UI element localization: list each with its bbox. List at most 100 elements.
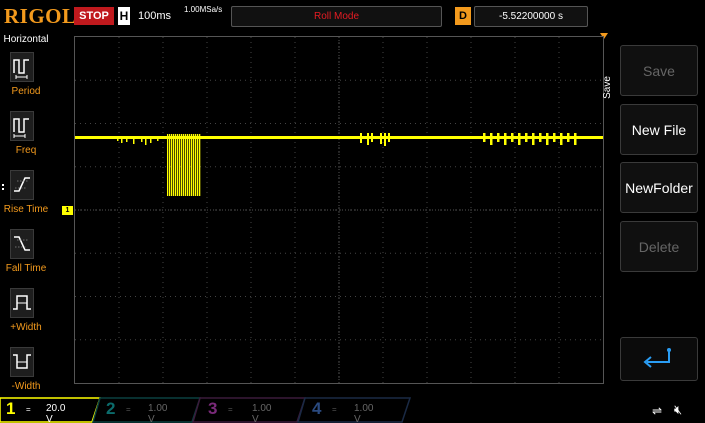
- trace-pulse: [553, 133, 556, 142]
- trace-glitch: [133, 137, 135, 144]
- measure-menu: Horizontal Period Freq Rise Time Fall Ti…: [0, 32, 52, 396]
- speaker-muted-icon[interactable]: 🔇︎: [674, 402, 682, 418]
- trace-glitch: [145, 137, 147, 145]
- brand-logo: RIGOL: [4, 4, 77, 28]
- measure-label-rise-time: Rise Time: [3, 204, 49, 215]
- trace-burst-pulse: [195, 134, 197, 196]
- trace-glitch: [121, 137, 123, 143]
- positive-width-icon: [10, 288, 34, 318]
- measure-label-positive-width: +Width: [10, 322, 42, 333]
- trace-burst-pulse: [183, 134, 185, 196]
- trace-glitch: [157, 137, 159, 141]
- channel-2-scale: 1.00 V: [148, 403, 168, 423]
- channel-4-number: 4: [312, 399, 322, 418]
- trace-burst-pulse: [181, 134, 183, 196]
- negative-width-icon: [10, 347, 34, 377]
- fall-time-icon: [10, 229, 34, 259]
- trace-burst-pulse: [187, 134, 189, 196]
- trace-pulse: [384, 133, 386, 146]
- trace-pulse: [511, 133, 514, 142]
- new-file-button[interactable]: New File: [620, 104, 698, 155]
- enter-icon: [643, 348, 671, 368]
- save-softkey-menu: Save Save New File NewFolder Delete: [601, 32, 705, 396]
- usb-icon: ⇌: [652, 404, 663, 418]
- trace-burst-pulse: [193, 134, 195, 196]
- trace-burst-pulse: [171, 134, 173, 196]
- trace-burst-pulse: [177, 134, 179, 196]
- measure-item-period[interactable]: Period: [0, 52, 52, 110]
- trace-burst-pulse: [175, 134, 177, 196]
- measure-item-positive-width[interactable]: +Width: [0, 288, 52, 346]
- enter-button[interactable]: [620, 337, 698, 381]
- measure-label-negative-width: -Width: [11, 381, 41, 392]
- menu-tab-label: Save: [601, 76, 613, 99]
- trace-burst-pulse: [173, 134, 175, 196]
- gridlines: [75, 37, 603, 383]
- channel-4-coupling: =: [332, 405, 337, 414]
- channel-4-scale: 1.00 V: [354, 403, 374, 423]
- horizontal-delay[interactable]: -5.52200000 s: [474, 6, 588, 27]
- top-status-bar: RIGOL STOP H 100ms 1.00MSa/s Roll Mode D…: [0, 0, 705, 32]
- trace-pulse: [380, 133, 382, 144]
- measure-item-freq[interactable]: Freq: [0, 111, 52, 169]
- trace-pulse: [567, 133, 570, 142]
- channel-status-bar: 1 = 20.0 V 2 = 1.00 V 3 = 1.00 V 4 = 1.0…: [0, 396, 705, 423]
- trace-pulse: [371, 133, 373, 142]
- waveform-display[interactable]: [74, 36, 604, 384]
- graticule: [75, 37, 603, 383]
- sample-rate: 1.00MSa/s: [184, 5, 223, 14]
- delete-button[interactable]: Delete: [620, 221, 698, 272]
- acquisition-mode: Roll Mode: [231, 6, 442, 27]
- channel-1-number: 1: [6, 399, 16, 418]
- trace-glitch: [126, 137, 128, 142]
- rise-time-icon: [10, 170, 34, 200]
- measure-label-period: Period: [11, 86, 41, 97]
- trace-pulse: [532, 133, 535, 145]
- trace-burst-pulse: [169, 134, 171, 196]
- trace-glitch: [141, 137, 143, 142]
- run-stop-indicator[interactable]: STOP: [74, 7, 114, 25]
- channel-3-number: 3: [208, 399, 218, 418]
- trace-burst-pulse: [199, 134, 201, 196]
- measure-item-fall-time[interactable]: Fall Time: [0, 229, 52, 287]
- channel-1-scale: 20.0 V: [46, 403, 66, 423]
- trace-pulse: [574, 133, 577, 145]
- trace-burst-pulse: [191, 134, 193, 196]
- channel-1-offset-marker[interactable]: 1: [62, 206, 73, 215]
- trace-burst-pulse: [197, 134, 199, 196]
- trace-pulse: [367, 133, 369, 145]
- trace-pulse: [483, 133, 486, 142]
- trace-glitch: [150, 137, 152, 143]
- channel-1-coupling: =: [26, 405, 31, 414]
- trace-pulse: [518, 133, 521, 145]
- trace-glitch: [117, 137, 119, 141]
- trace-burst-pulse: [185, 134, 187, 196]
- channel-2-number: 2: [106, 399, 116, 418]
- measure-category-title: Horizontal: [3, 34, 49, 45]
- trace-pulse: [539, 133, 542, 142]
- timebase-value[interactable]: 100ms: [138, 10, 171, 22]
- measure-label-freq: Freq: [15, 145, 37, 156]
- trace-burst-pulse: [179, 134, 181, 196]
- trace-pulse: [560, 133, 563, 145]
- channel-3-scale: 1.00 V: [252, 403, 272, 423]
- trace-pulse: [504, 133, 507, 145]
- trace-pulse: [388, 133, 390, 142]
- trace-pulse: [497, 133, 500, 142]
- save-button[interactable]: Save: [620, 45, 698, 96]
- trace-burst-pulse: [167, 134, 169, 196]
- measure-item-rise-time[interactable]: Rise Time: [0, 170, 52, 228]
- new-folder-button[interactable]: NewFolder: [620, 162, 698, 213]
- trace-pulse: [525, 133, 528, 142]
- channel-2-coupling: =: [126, 405, 131, 414]
- delay-label: D: [455, 7, 471, 25]
- trace-pulse: [546, 133, 549, 145]
- trace-burst-pulse: [189, 134, 191, 196]
- measure-label-fall-time: Fall Time: [5, 263, 47, 274]
- channel-3-coupling: =: [228, 405, 233, 414]
- horizontal-label: H: [118, 7, 130, 25]
- trace-baseline: [75, 136, 603, 139]
- trace-pulse: [360, 133, 362, 143]
- freq-icon: [10, 111, 34, 141]
- period-icon: [10, 52, 34, 82]
